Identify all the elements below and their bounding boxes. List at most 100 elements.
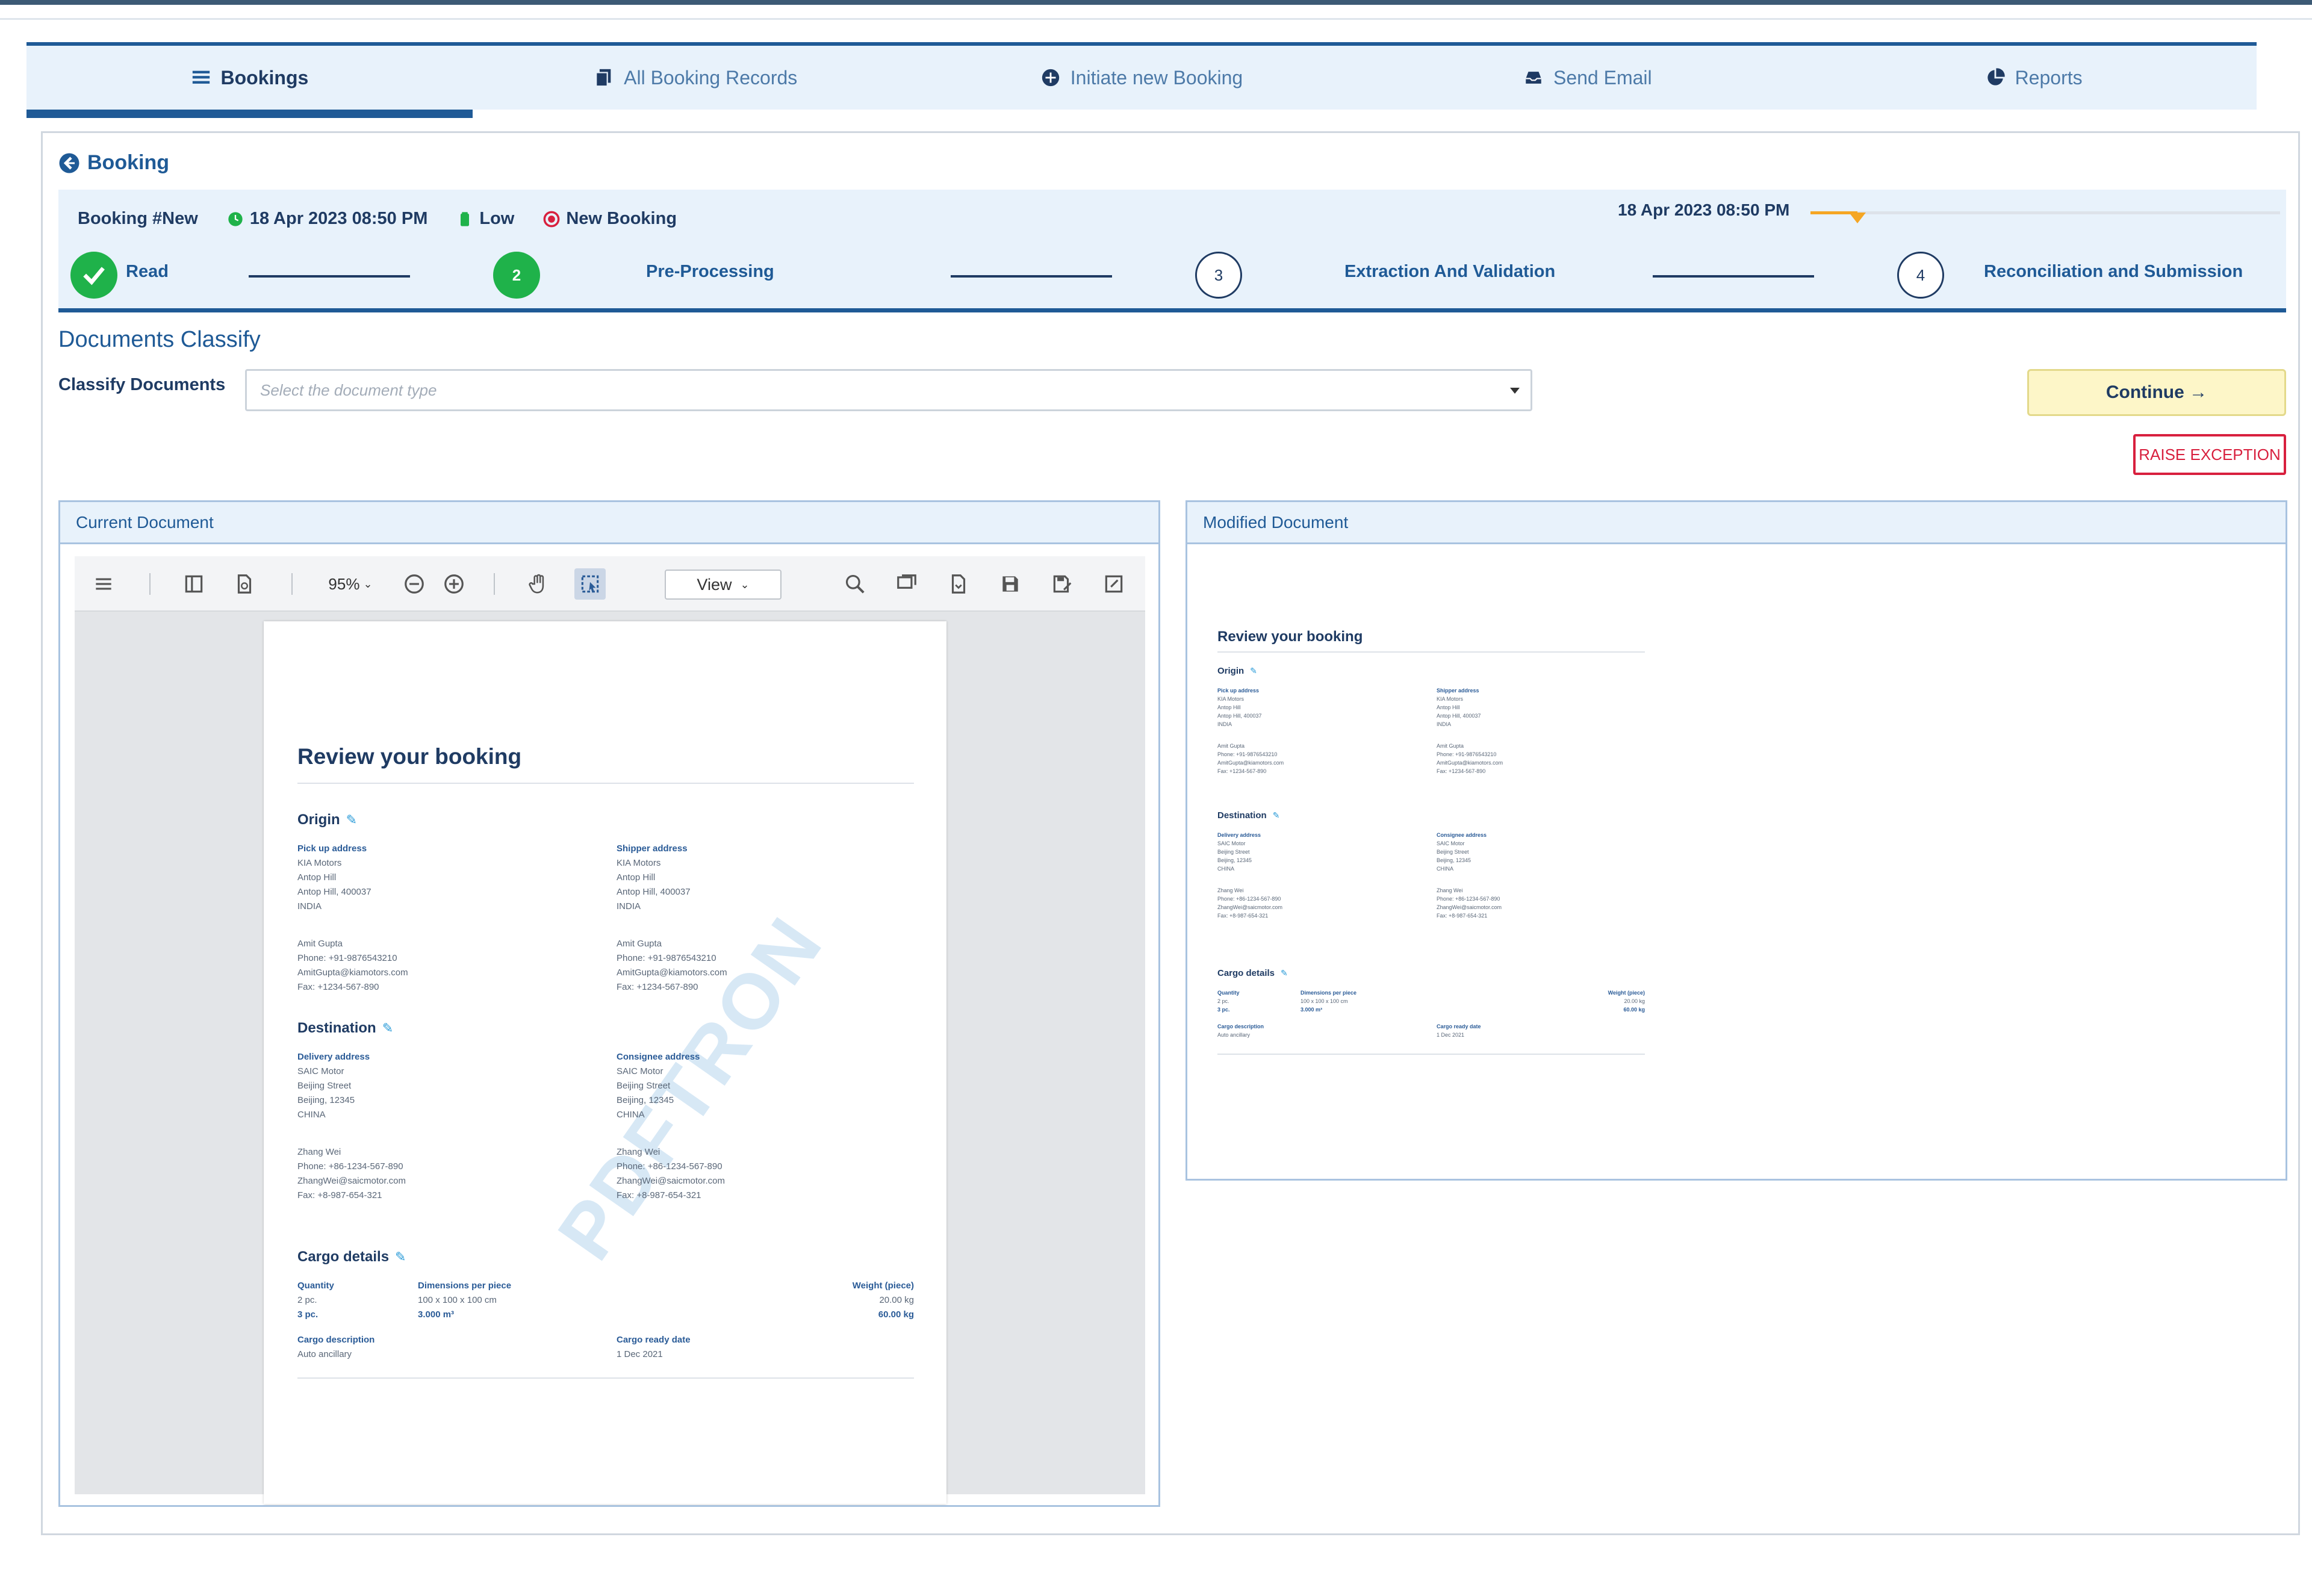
file-icon [951,574,966,594]
cargo-cell: 3 pc. [1217,1007,1230,1013]
booking-date: 18 Apr 2023 08:50 PM [227,209,428,229]
contact-line: Phone: +86-1234-567-890 [617,1161,722,1172]
back-link[interactable]: Booking [58,151,169,175]
contact-line: ZhangWei@saicmotor.com [1437,904,1502,910]
select-placeholder: Select the document type [260,380,437,399]
step-connector [951,275,1112,278]
shipper-line: Antop Hill, 400037 [1437,713,1481,719]
hand-icon [529,574,544,594]
pickup-line: KIA Motors [297,858,342,868]
tab-bookings[interactable]: Bookings [26,46,473,118]
tab-label: Initiate new Booking [1070,66,1243,88]
destination-consignee: Consignee address SAIC Motor Beijing Str… [1437,831,1502,920]
cargo-col-dimensions: Dimensions per piece 100 x 100 x 100 cm … [418,1279,511,1322]
file-button[interactable] [943,568,974,600]
booking-status-text: New Booking [566,209,677,228]
select-tool-button[interactable] [574,568,606,600]
step-pre-processing: 2 [493,252,540,299]
contact-line: Fax: +8-987-654-321 [1437,913,1488,919]
save-icon [1002,576,1018,592]
panel-toggle-button[interactable] [178,568,210,600]
step-connector [249,275,410,278]
desc-heading: Cargo description [297,1335,375,1345]
cargo-ready-date: Cargo ready date 1 Dec 2021 [617,1333,691,1362]
comments-button[interactable] [891,568,922,600]
save-as-icon [1053,575,1072,593]
delivery-line: SAIC Motor [1217,840,1246,846]
quantity-heading: Quantity [1217,990,1240,996]
cargo-col-weight: Weight (piece) 20.00 kg 60.00 kg [853,1279,914,1322]
caret-down-icon [1510,388,1520,394]
tab-label: Reports [2015,66,2083,88]
pencil-icon: ✎ [1272,810,1280,820]
booking-date-text: 18 Apr 2023 08:50 PM [249,209,428,228]
edit-button[interactable] [1098,568,1130,600]
continue-button[interactable]: Continue → [2027,369,2286,416]
marquee-select-icon [581,575,599,593]
raise-exception-button[interactable]: RAISE EXCEPTION [2133,434,2286,475]
contact-line: Fax: +8-987-654-321 [1217,913,1269,919]
cargo-description: Cargo description Auto ancillary [297,1333,374,1362]
contact-line: Phone: +91-9876543210 [297,953,397,963]
tab-all-booking-records[interactable]: All Booking Records [473,46,919,110]
cargo-cell: 60.00 kg [878,1309,914,1320]
zoom-out-button[interactable] [399,568,430,600]
consignee-line: Beijing, 12345 [1437,857,1471,863]
zoom-in-button[interactable] [438,568,470,600]
delivery-line: CHINA [297,1110,326,1120]
pickup-line: Antop Hill, 400037 [297,887,371,897]
cargo-cell: 2 pc. [297,1295,317,1305]
shipper-line: INDIA [1437,721,1452,727]
shipper-line: Antop Hill, 400037 [617,887,691,897]
quantity-heading: Quantity [297,1281,334,1291]
doc-title: Review your booking [1217,629,1363,645]
cargo-col-quantity: Quantity 2 pc. 3 pc. [297,1279,334,1322]
toolbar-divider [494,573,495,595]
step-extraction: 3 [1195,252,1242,299]
cargo-description: Cargo description Auto ancillary [1217,1022,1264,1039]
clock-icon [228,211,243,226]
delivery-heading: Delivery address [1217,832,1261,838]
back-label: Booking [87,151,169,174]
tab-initiate-new-booking[interactable]: Initiate new Booking [919,46,1365,110]
page-view-button[interactable] [229,568,260,600]
contact-line: AmitGupta@kiamotors.com [617,967,727,978]
cargo-heading: Cargo details ✎ [297,1249,406,1265]
zoom-select[interactable]: 95% ⌄ [313,571,388,597]
ready-heading: Cargo ready date [1437,1023,1481,1029]
document-type-select[interactable]: Select the document type [245,369,1532,411]
contact-line: Zhang Wei [617,1147,660,1157]
pan-tool-button[interactable] [523,568,554,600]
save-as-button[interactable] [1046,568,1078,600]
contact-line: Fax: +1234-567-890 [1217,768,1267,774]
status-target-icon [543,211,560,227]
chevron-down-icon: ⌄ [740,578,750,591]
view-mode-select[interactable]: View ⌄ [665,570,782,600]
origin-shipper: Shipper address KIA Motors Antop Hill An… [617,842,727,995]
plus-circle-icon [1042,69,1059,87]
cargo-col-dimensions: Dimensions per piece 100 x 100 x 100 cm … [1300,989,1356,1014]
check-icon [83,267,105,285]
pencil-icon: ✎ [1250,666,1257,675]
contact-line: Phone: +86-1234-567-890 [1217,896,1281,902]
chevron-down-icon: ⌄ [363,577,373,590]
contact-line: Fax: +8-987-654-321 [297,1190,382,1200]
delivery-line: SAIC Motor [297,1066,344,1076]
weight-heading: Weight (piece) [1608,990,1645,996]
destination-heading-text: Destination [297,1020,376,1036]
destination-heading: Destination ✎ [1217,810,1279,821]
contact-line: Amit Gupta [1437,743,1464,749]
destination-consignee: Consignee address SAIC Motor Beijing Str… [617,1050,725,1203]
tab-send-email[interactable]: Send Email [1364,46,1810,110]
destination-heading: Destination ✎ [297,1020,393,1037]
pickup-line: INDIA [297,901,322,911]
cargo-cell: 60.00 kg [1623,1007,1645,1013]
pickup-heading: Pick up address [297,843,367,854]
menu-button[interactable] [88,568,119,600]
search-button[interactable] [839,568,871,600]
cargo-cell: 3 pc. [297,1309,319,1320]
ready-heading: Cargo ready date [617,1335,691,1345]
save-button[interactable] [995,568,1026,600]
tab-reports[interactable]: Reports [1810,46,2257,110]
consignee-line: Beijing Street [1437,849,1469,855]
